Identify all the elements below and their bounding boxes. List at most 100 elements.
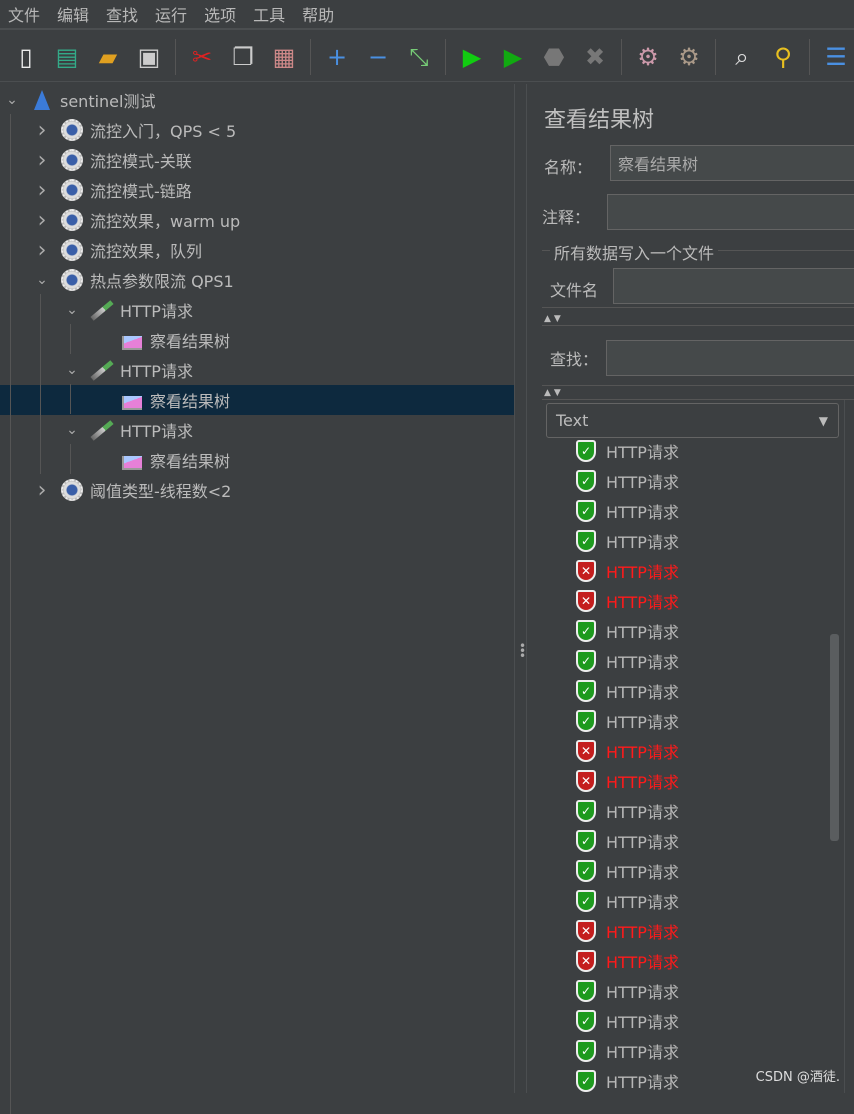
result-item[interactable]: ✓ HTTP请求 bbox=[576, 526, 679, 556]
save-icon[interactable]: ▣ bbox=[131, 39, 167, 75]
new-icon[interactable]: ▯ bbox=[8, 39, 44, 75]
chevron-down-icon[interactable]: ⌄ bbox=[64, 422, 80, 438]
result-label: HTTP请求 bbox=[606, 683, 679, 702]
chevron-right-icon[interactable]: › bbox=[34, 208, 50, 233]
open-icon[interactable]: ▰ bbox=[90, 39, 126, 75]
menu-item[interactable]: 工具 bbox=[245, 2, 294, 26]
result-item[interactable]: ✓ HTTP请求 bbox=[576, 676, 679, 706]
test-plan-icon bbox=[28, 87, 56, 113]
result-item[interactable]: ✓ HTTP请求 bbox=[576, 796, 679, 826]
tree-node-label: 热点参数限流 QPS1 bbox=[90, 272, 234, 291]
result-item[interactable]: ✓ HTTP请求 bbox=[576, 886, 679, 916]
tree-node[interactable]: 察看结果树 bbox=[0, 445, 514, 475]
split-pane-divider[interactable]: • • • bbox=[514, 84, 527, 1093]
chevron-right-icon[interactable]: › bbox=[34, 478, 50, 503]
results-scrollbar[interactable] bbox=[830, 634, 839, 841]
file-section-title: 所有数据写入一个文件 bbox=[550, 240, 719, 264]
result-label: HTTP请求 bbox=[606, 833, 679, 852]
tree-node[interactable]: › 流控效果，warm up bbox=[0, 205, 514, 235]
start-icon[interactable]: ▶ bbox=[454, 39, 490, 75]
reset-search-icon[interactable]: ⚲ bbox=[765, 39, 801, 75]
result-item[interactable]: ✕ HTTP请求 bbox=[576, 556, 679, 586]
tree-node[interactable]: › 流控入门，QPS < 5 bbox=[0, 115, 514, 145]
result-item[interactable]: ✓ HTTP请求 bbox=[576, 646, 679, 676]
menu-item[interactable]: 运行 bbox=[147, 2, 196, 26]
tree-guide-line bbox=[10, 114, 11, 1114]
menu-item[interactable]: 查找 bbox=[98, 2, 147, 26]
result-item[interactable]: ✓ HTTP请求 bbox=[576, 826, 679, 856]
success-shield-icon: ✓ bbox=[576, 620, 596, 642]
copy-icon[interactable]: ❐ bbox=[225, 39, 261, 75]
menu-item[interactable]: 文件 bbox=[0, 2, 49, 26]
shutdown-icon[interactable]: ✖ bbox=[577, 39, 613, 75]
tree-node[interactable]: › 流控模式-关联 bbox=[0, 145, 514, 175]
menu-item[interactable]: 选项 bbox=[196, 2, 245, 26]
result-item[interactable]: ✕ HTTP请求 bbox=[576, 766, 679, 796]
result-item[interactable]: ✓ HTTP请求 bbox=[576, 976, 679, 1006]
tree-node[interactable]: 察看结果树 bbox=[0, 325, 514, 355]
search-icon[interactable]: ⌕ bbox=[724, 39, 760, 75]
tree-node-label: HTTP请求 bbox=[120, 422, 193, 441]
expand-icon[interactable]: + bbox=[319, 39, 355, 75]
collapse-icon[interactable]: − bbox=[360, 39, 396, 75]
result-label: HTTP请求 bbox=[606, 653, 679, 672]
result-item[interactable]: ✕ HTTP请求 bbox=[576, 586, 679, 616]
name-field[interactable]: 察看结果树 bbox=[610, 145, 854, 181]
search-field[interactable] bbox=[606, 340, 854, 376]
tree-node[interactable]: › 流控模式-链路 bbox=[0, 175, 514, 205]
result-item[interactable]: ✕ HTTP请求 bbox=[576, 736, 679, 766]
tree-node[interactable]: 察看结果树 bbox=[0, 385, 514, 415]
collapse-arrows[interactable]: ▲▼ bbox=[544, 388, 564, 398]
result-item[interactable]: ✕ HTTP请求 bbox=[576, 946, 679, 976]
clear-all-icon[interactable]: ⚙ bbox=[671, 39, 707, 75]
chevron-right-icon[interactable]: › bbox=[34, 118, 50, 143]
tree-node[interactable]: ⌄ HTTP请求 bbox=[0, 295, 514, 325]
comment-field[interactable] bbox=[607, 194, 854, 230]
renderer-dropdown[interactable]: Text ▼ bbox=[546, 403, 839, 438]
collapse-arrows[interactable]: ▲▼ bbox=[544, 314, 564, 324]
tree-node[interactable]: › 流控效果，队列 bbox=[0, 235, 514, 265]
tree-node[interactable]: ⌄ HTTP请求 bbox=[0, 415, 514, 445]
templates-icon[interactable]: ▤ bbox=[49, 39, 85, 75]
result-item[interactable]: ✓ HTTP请求 bbox=[576, 1066, 679, 1096]
thread-group-icon bbox=[58, 117, 86, 143]
result-item[interactable]: ✓ HTTP请求 bbox=[576, 466, 679, 496]
result-item[interactable]: ✓ HTTP请求 bbox=[576, 496, 679, 526]
toolbar-separator bbox=[715, 38, 716, 75]
chevron-down-icon[interactable]: ⌄ bbox=[4, 92, 20, 108]
chevron-down-icon[interactable]: ⌄ bbox=[34, 272, 50, 288]
tree-node-label: 阈值类型-线程数<2 bbox=[90, 482, 232, 501]
result-item[interactable]: ✓ HTTP请求 bbox=[576, 706, 679, 736]
function-helper-icon[interactable]: ☰ bbox=[818, 39, 854, 75]
results-split-divider[interactable] bbox=[844, 400, 854, 1093]
chevron-down-icon[interactable]: ⌄ bbox=[64, 302, 80, 318]
toolbar-separator bbox=[175, 38, 176, 75]
result-label: HTTP请求 bbox=[606, 893, 679, 912]
menu-item[interactable]: 帮助 bbox=[294, 2, 343, 26]
result-item[interactable]: ✕ HTTP请求 bbox=[576, 916, 679, 946]
file-name-field[interactable] bbox=[613, 268, 854, 304]
chevron-right-icon[interactable]: › bbox=[34, 148, 50, 173]
clear-icon[interactable]: ⚙ bbox=[630, 39, 666, 75]
chevron-down-icon[interactable]: ⌄ bbox=[64, 362, 80, 378]
chevron-right-icon[interactable]: › bbox=[34, 238, 50, 263]
tree-node[interactable]: ⌄ sentinel测试 bbox=[0, 85, 514, 115]
success-shield-icon: ✓ bbox=[576, 890, 596, 912]
success-shield-icon: ✓ bbox=[576, 980, 596, 1002]
result-item[interactable]: ✓ HTTP请求 bbox=[576, 1006, 679, 1036]
tree-node[interactable]: › 阈值类型-线程数<2 bbox=[0, 475, 514, 505]
menu-item[interactable]: 编辑 bbox=[49, 2, 98, 26]
cut-icon[interactable]: ✂ bbox=[184, 39, 220, 75]
result-item[interactable]: ✓ HTTP请求 bbox=[576, 856, 679, 886]
stop-icon[interactable]: ⬣ bbox=[536, 39, 572, 75]
tree-node[interactable]: ⌄ HTTP请求 bbox=[0, 355, 514, 385]
tree-node[interactable]: ⌄ 热点参数限流 QPS1 bbox=[0, 265, 514, 295]
toggle-icon[interactable]: ⤡ bbox=[401, 39, 437, 75]
result-label: HTTP请求 bbox=[606, 773, 679, 792]
paste-icon[interactable]: ▦ bbox=[266, 39, 302, 75]
result-item[interactable]: ✓ HTTP请求 bbox=[576, 616, 679, 646]
result-item[interactable]: ✓ HTTP请求 bbox=[576, 1036, 679, 1066]
start-no-pause-icon[interactable]: ▶ bbox=[495, 39, 531, 75]
result-item[interactable]: ✓ HTTP请求 bbox=[576, 436, 679, 466]
chevron-right-icon[interactable]: › bbox=[34, 178, 50, 203]
